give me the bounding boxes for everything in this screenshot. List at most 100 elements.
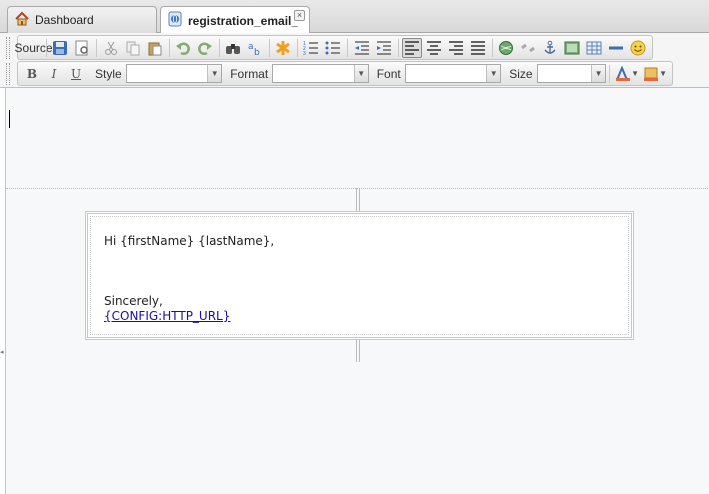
align-left-button[interactable] xyxy=(401,37,422,58)
align-left-icon xyxy=(404,40,419,55)
indent-button[interactable] xyxy=(374,38,394,58)
redo-button[interactable] xyxy=(195,38,215,58)
link-button[interactable] xyxy=(496,38,516,58)
chevron-down-icon[interactable]: ▼ xyxy=(207,65,222,82)
replace-button[interactable]: ab xyxy=(245,38,265,58)
align-right-button[interactable] xyxy=(446,38,466,58)
chevron-down-icon[interactable]: ▼ xyxy=(486,65,501,82)
image-button[interactable] xyxy=(562,38,582,58)
italic-label: I xyxy=(51,66,57,81)
copy-button[interactable] xyxy=(123,38,143,58)
undo-button[interactable] xyxy=(173,38,193,58)
chevron-down-icon: ▼ xyxy=(631,69,639,78)
home-icon xyxy=(14,11,30,30)
source-button[interactable]: Source xyxy=(15,38,53,58)
scissors-icon xyxy=(104,41,117,55)
toolbar-row-2: B I U Style ▼ Format ▼ Font ▼ Size ▼ ▼ ▼ xyxy=(17,61,673,86)
editor-toolbar: Source ab 123 B I U Style ▼ Format ▼ Fon… xyxy=(0,33,709,88)
align-right-icon xyxy=(448,40,463,55)
toolbar-grip-icon[interactable] xyxy=(6,63,10,85)
format-select[interactable]: ▼ xyxy=(272,64,369,83)
size-select[interactable]: ▼ xyxy=(536,64,607,83)
redo-icon xyxy=(197,42,212,55)
bulleted-list-button[interactable] xyxy=(323,38,343,58)
style-label: Style xyxy=(95,66,122,81)
font-select[interactable]: ▼ xyxy=(404,64,502,83)
smiley-button[interactable] xyxy=(628,38,648,58)
text-cursor xyxy=(9,110,10,128)
italic-button[interactable]: I xyxy=(44,64,64,84)
email-signoff[interactable]: Sincerely, xyxy=(104,294,163,308)
toolbar-grip-icon[interactable] xyxy=(6,37,10,59)
paste-button[interactable] xyxy=(145,38,165,58)
copy-icon xyxy=(126,41,140,55)
background-color-icon xyxy=(644,67,659,81)
align-center-button[interactable] xyxy=(424,38,444,58)
outdent-button[interactable] xyxy=(352,38,372,58)
chevron-down-icon[interactable]: ▼ xyxy=(591,65,606,82)
style-select[interactable]: ▼ xyxy=(125,64,223,83)
smiley-icon xyxy=(630,40,646,55)
text-color-button[interactable]: ▼ xyxy=(614,64,640,84)
justify-icon xyxy=(470,40,485,55)
image-icon xyxy=(564,41,580,54)
align-center-icon xyxy=(426,40,441,55)
save-icon xyxy=(53,40,68,55)
numbered-list-button[interactable]: 123 xyxy=(301,38,321,58)
unlink-icon xyxy=(521,43,535,52)
font-value xyxy=(406,65,487,82)
tab-dashboard-label: Dashboard xyxy=(35,13,94,27)
undo-icon xyxy=(175,42,190,55)
outdent-icon xyxy=(354,40,369,55)
connector-line xyxy=(356,188,360,211)
svg-text:a: a xyxy=(248,42,254,52)
preview-button[interactable] xyxy=(72,38,92,58)
paste-icon xyxy=(148,42,162,55)
close-icon[interactable]: × xyxy=(294,10,305,21)
svg-text:3: 3 xyxy=(303,51,306,56)
replace-icon: ab xyxy=(248,42,260,56)
tab-registration-email[interactable]: registration_email_ × xyxy=(160,6,310,34)
font-label: Font xyxy=(376,66,401,81)
tab-dashboard[interactable]: Dashboard xyxy=(7,6,157,33)
horizontal-rule-button[interactable] xyxy=(606,38,626,58)
size-value xyxy=(538,65,592,82)
preview-icon xyxy=(75,40,89,55)
globe-icon xyxy=(167,11,183,30)
special-char-button[interactable] xyxy=(273,38,293,58)
svg-text:b: b xyxy=(254,48,260,56)
binoculars-icon xyxy=(225,43,240,54)
style-value xyxy=(127,65,208,82)
anchor-button[interactable] xyxy=(540,38,560,58)
size-label: Size xyxy=(509,66,533,81)
table-button[interactable] xyxy=(584,38,604,58)
format-label: Format xyxy=(230,66,269,81)
email-greeting[interactable]: Hi {firstName} {lastName}, xyxy=(104,234,274,248)
underline-button[interactable]: U xyxy=(66,64,86,84)
toolbar-row-1: Source ab 123 xyxy=(15,35,653,60)
background-color-button[interactable]: ▼ xyxy=(642,64,668,84)
bold-label: B xyxy=(26,66,38,81)
connector-line xyxy=(356,340,360,362)
tab-bar: Dashboard registration_email_ × xyxy=(0,0,709,34)
table-icon xyxy=(586,41,602,54)
email-template-box[interactable]: Hi {firstName} {lastName}, Sincerely, {C… xyxy=(85,211,634,340)
bulleted-list-icon xyxy=(325,41,341,54)
save-button[interactable] xyxy=(50,38,70,58)
underline-label: U xyxy=(70,66,82,81)
bold-button[interactable]: B xyxy=(22,64,42,84)
asterisk-icon xyxy=(276,40,291,55)
resize-handle-icon[interactable]: ◂ xyxy=(0,348,4,356)
editor-body[interactable]: Hi {firstName} {lastName}, Sincerely, {C… xyxy=(5,88,709,494)
justify-button[interactable] xyxy=(468,38,488,58)
find-button[interactable] xyxy=(223,38,243,58)
tab-registration-email-label: registration_email_ xyxy=(188,13,299,28)
cut-button[interactable] xyxy=(101,38,121,58)
chevron-down-icon[interactable]: ▼ xyxy=(353,65,368,82)
source-label: Source xyxy=(14,40,53,55)
numbered-list-icon: 123 xyxy=(303,41,319,56)
format-value xyxy=(273,65,354,82)
link-globe-icon xyxy=(499,40,514,55)
unlink-button[interactable] xyxy=(518,38,538,58)
email-url-link[interactable]: {CONFIG:HTTP_URL} xyxy=(104,309,230,323)
